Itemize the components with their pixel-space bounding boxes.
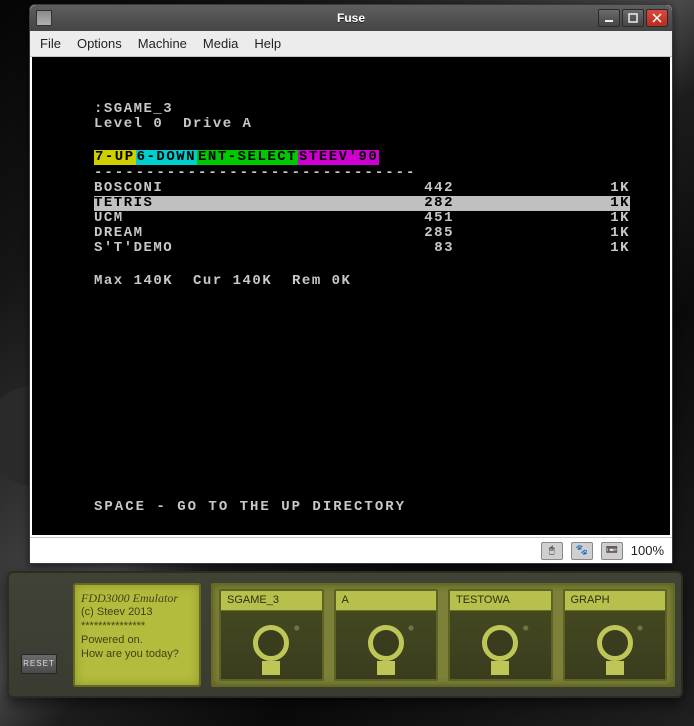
maximize-button[interactable] — [622, 9, 644, 27]
file-name: TETRIS — [94, 196, 346, 211]
lcd-line: *************** — [81, 619, 193, 633]
fuse-window: Fuse File Options Machine Media Help :SG… — [29, 4, 673, 564]
file-size: 1K — [454, 226, 630, 241]
fdd3000-panel: RESET FDD3000 Emulator (c) Steev 2013 **… — [7, 571, 683, 698]
minimize-button[interactable] — [598, 9, 620, 27]
drive-label: SGAME_3 — [221, 591, 322, 611]
divider: ------------------------------- — [94, 166, 630, 181]
lcd-line: Powered on. — [81, 633, 193, 647]
app-icon — [36, 10, 52, 26]
zoom-level: 100% — [631, 543, 664, 558]
drive-label: TESTOWA — [450, 591, 551, 611]
menu-machine[interactable]: Machine — [138, 36, 187, 51]
emulator-screen[interactable]: :SGAME_3 Level 0 Drive A 7-UP 6-DOWN ENT… — [32, 57, 670, 535]
menu-options[interactable]: Options — [77, 36, 122, 51]
titlebar[interactable]: Fuse — [30, 5, 672, 31]
file-row[interactable]: DREAM2851K — [94, 226, 630, 241]
file-number: 285 — [346, 226, 454, 241]
file-size: 1K — [454, 196, 630, 211]
nav-tag: STEEV'90 — [298, 150, 379, 165]
floppy-icon — [450, 611, 551, 679]
drive-label: A — [336, 591, 437, 611]
titlebar-controls — [598, 9, 672, 27]
fdd-lcd: FDD3000 Emulator (c) Steev 2013 ********… — [73, 583, 201, 687]
file-number: 451 — [346, 211, 454, 226]
file-row[interactable]: S'T'DEMO831K — [94, 241, 630, 256]
close-button[interactable] — [646, 9, 668, 27]
footer-hint: SPACE - GO TO THE UP DIRECTORY — [94, 499, 406, 515]
file-size: 1K — [454, 181, 630, 196]
file-row[interactable]: BOSCONI4421K — [94, 181, 630, 196]
tape-icon[interactable]: 📼 — [601, 542, 623, 560]
drive-a[interactable]: SGAME_3 — [219, 589, 324, 681]
menu-file[interactable]: File — [40, 36, 61, 51]
file-number: 83 — [346, 241, 454, 256]
drive-bay: SGAME_3 A TESTOWA GRAPH — [211, 583, 675, 687]
reset-button[interactable]: RESET — [21, 654, 57, 674]
mouse-icon[interactable]: 🖱 — [541, 542, 563, 560]
file-number: 282 — [346, 196, 454, 211]
drive-label: GRAPH — [565, 591, 666, 611]
file-name: UCM — [94, 211, 346, 226]
lcd-line: FDD3000 Emulator — [81, 591, 193, 605]
file-size: 1K — [454, 211, 630, 226]
file-row[interactable]: UCM4511K — [94, 211, 630, 226]
file-name: BOSCONI — [94, 181, 346, 196]
lcd-line: How are you today? — [81, 647, 193, 661]
disk-status: Max 140K Cur 140K Rem 0K — [94, 274, 630, 289]
nav-down: 6-DOWN — [136, 150, 197, 165]
prompt-path: :SGAME_3 — [94, 102, 630, 117]
menubar: File Options Machine Media Help — [30, 31, 672, 57]
drive-d[interactable]: GRAPH — [563, 589, 668, 681]
file-number: 442 — [346, 181, 454, 196]
floppy-icon — [565, 611, 666, 679]
lcd-line: (c) Steev 2013 — [81, 605, 193, 619]
nav-bar: 7-UP 6-DOWN ENT-SELECT STEEV'90 — [94, 150, 630, 165]
floppy-icon — [336, 611, 437, 679]
file-name: S'T'DEMO — [94, 241, 346, 256]
file-size: 1K — [454, 241, 630, 256]
file-row[interactable]: TETRIS2821K — [94, 196, 630, 211]
paw-icon[interactable]: 🐾 — [571, 542, 593, 560]
statusbar: 🖱 🐾 📼 100% — [30, 537, 672, 563]
level-line: Level 0 Drive A — [94, 117, 630, 132]
file-name: DREAM — [94, 226, 346, 241]
menu-help[interactable]: Help — [254, 36, 281, 51]
drive-b[interactable]: A — [334, 589, 439, 681]
nav-up: 7-UP — [94, 150, 136, 165]
nav-select: ENT-SELECT — [197, 150, 298, 165]
file-list: BOSCONI4421KTETRIS2821KUCM4511KDREAM2851… — [94, 181, 630, 256]
floppy-icon — [221, 611, 322, 679]
drive-c[interactable]: TESTOWA — [448, 589, 553, 681]
menu-media[interactable]: Media — [203, 36, 238, 51]
window-title: Fuse — [30, 11, 672, 25]
